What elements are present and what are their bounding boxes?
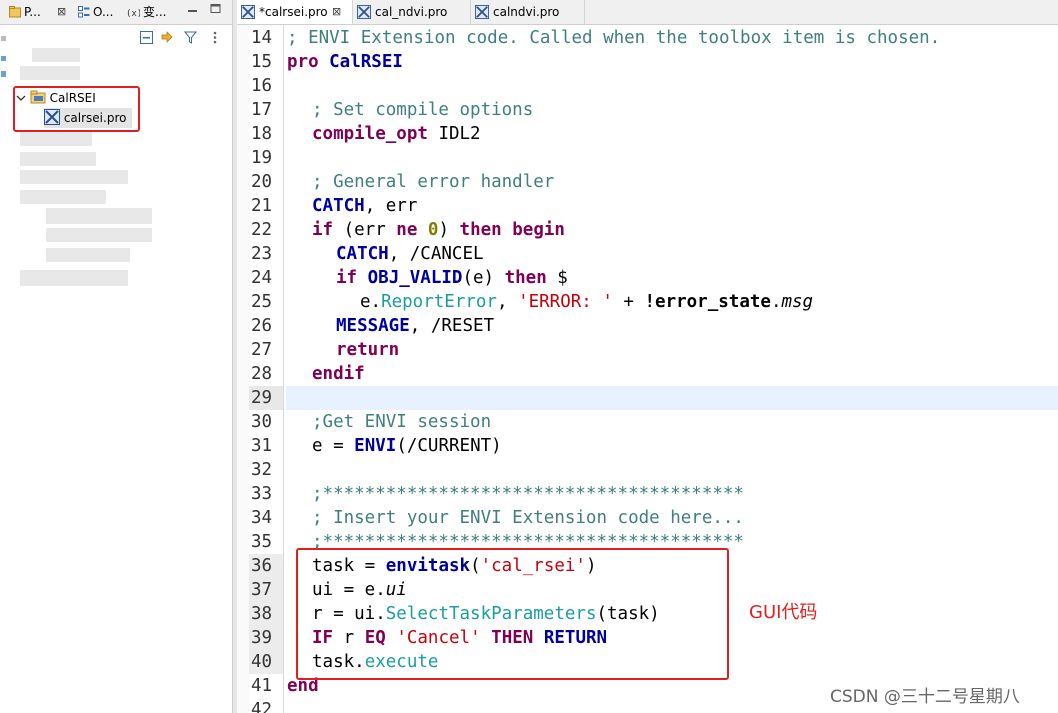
line-number: 32 [251,460,273,480]
line-number: 27 [251,340,273,360]
line-number: 36 [251,556,273,576]
line-number: 40 [251,652,273,672]
code-line: 25 e.ReportError, 'ERROR: ' + !error_sta… [237,290,1058,314]
line-number: 17 [251,100,273,120]
code-line: 33 ;************************************… [237,482,1058,506]
code-comment: ; ENVI Extension code. Called when the t… [287,28,941,48]
code-line: 19 [237,146,1058,170]
line-number: 42 [251,700,273,713]
code-line: 22 if (err ne 0) then begin [237,218,1058,242]
line-number: 33 [251,484,273,504]
code-text: return [336,340,400,360]
line-number: 21 [251,196,273,216]
line-number: 39 [251,628,273,648]
code-line: 34 ; Insert your ENVI Extension code her… [237,506,1058,530]
line-number: 14 [251,28,273,48]
gui-code-annotation: GUI代码 [749,602,818,623]
code-line: 16 [237,74,1058,98]
line-number: 15 [251,52,273,72]
gui-code-highlight-box [296,548,729,680]
line-number: 19 [251,148,273,168]
code-comment: ; Set compile options [312,100,534,120]
line-number: 26 [251,316,273,336]
line-number: 28 [251,364,273,384]
line-number: 24 [251,268,273,288]
code-comment: ;Get ENVI session [312,412,492,432]
code-text: e = ENVI(/CURRENT) [312,436,502,456]
line-number: 22 [251,220,273,240]
code-line: 23 CATCH, /CANCEL [237,242,1058,266]
code-line: 15 pro CalRSEI [237,50,1058,74]
line-number: 16 [251,76,273,96]
line-number: 23 [251,244,273,264]
line-number: 38 [251,604,273,624]
code-line: 17 ; Set compile options [237,98,1058,122]
code-line: 32 [237,458,1058,482]
code-text: e.ReportError, 'ERROR: ' + !error_state.… [360,292,814,312]
code-line: 24 if OBJ_VALID(e) then $ [237,266,1058,290]
code-line: 31 e = ENVI(/CURRENT) [237,434,1058,458]
code-text: endif [312,364,365,384]
line-number: 18 [251,124,273,144]
code-text: CATCH, /CANCEL [336,244,484,264]
code-comment: ; Insert your ENVI Extension code here..… [312,508,744,528]
code-line: 26 MESSAGE, /RESET [237,314,1058,338]
csdn-watermark: CSDN @三十二号星期八 [830,687,1020,707]
line-number: 35 [251,532,273,552]
code-comment: ; General error handler [312,172,555,192]
code-line: 27 return [237,338,1058,362]
code-line: 18 compile_opt IDL2 [237,122,1058,146]
code-text: pro CalRSEI [287,52,403,72]
code-line: 28 endif [237,362,1058,386]
line-number: 37 [251,580,273,600]
current-line-highlight [286,386,1058,410]
line-number: 29 [251,388,273,408]
code-line: 30 ;Get ENVI session [237,410,1058,434]
code-comment: ;***************************************… [312,484,744,504]
code-line: 14 ; ENVI Extension code. Called when th… [237,26,1058,50]
code-text: MESSAGE, /RESET [336,316,495,336]
line-number: 41 [251,676,273,696]
line-number: 34 [251,508,273,528]
code-text: compile_opt IDL2 [312,124,481,144]
code-line: 20 ; General error handler [237,170,1058,194]
code-line-current: 29 [237,386,1058,410]
code-text: if OBJ_VALID(e) then $ [336,268,568,288]
code-line: 21 CATCH, err [237,194,1058,218]
line-number: 25 [251,292,273,312]
line-number: 20 [251,172,273,192]
line-number: 31 [251,436,273,456]
line-number: 30 [251,412,273,432]
code-text: if (err ne 0) then begin [312,220,565,240]
code-text: CATCH, err [312,196,418,216]
